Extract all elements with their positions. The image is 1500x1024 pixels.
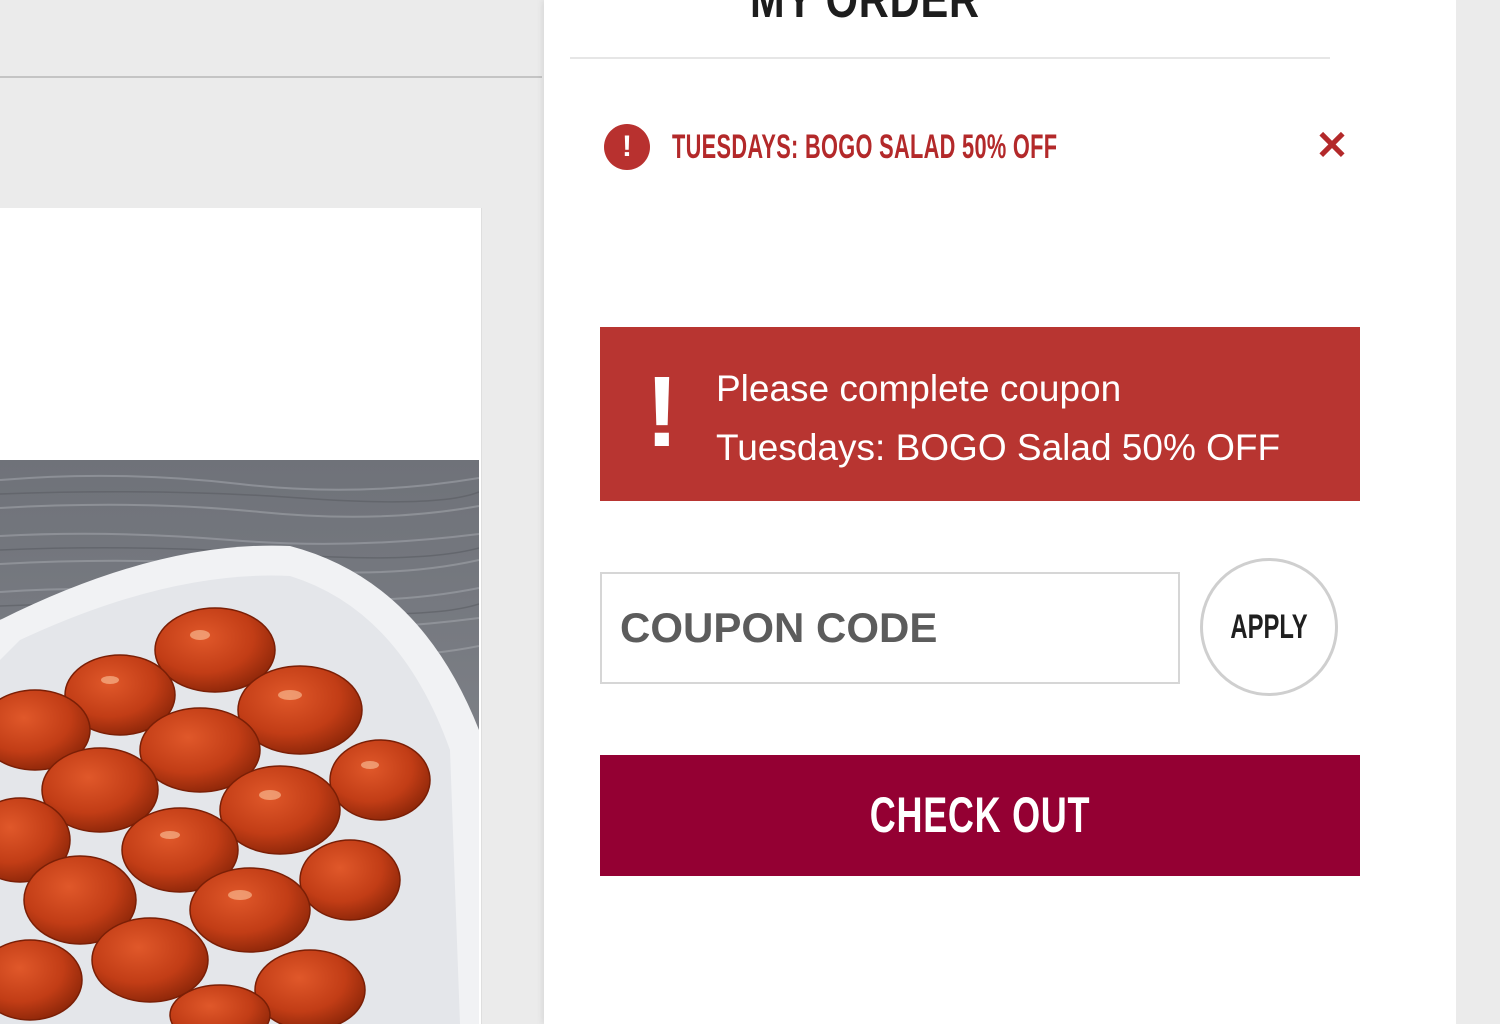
product-photo — [0, 460, 479, 1024]
applied-promo: ! TUESDAYS: BOGO SALAD 50% OFF ✕ — [604, 122, 1354, 174]
product-image[interactable] — [0, 460, 479, 1024]
alert-circle-icon: ! — [604, 124, 650, 170]
exclamation-glyph: ! — [645, 356, 679, 468]
error-message: Please complete coupon Tuesdays: BOGO Sa… — [716, 359, 1336, 477]
apply-label: APPLY — [1230, 608, 1308, 646]
checkout-button[interactable]: CHECK OUT — [600, 755, 1360, 876]
right-gutter — [1456, 0, 1500, 1024]
page: S) — [0, 0, 1500, 1024]
error-line-2: Tuesdays: BOGO Salad 50% OFF — [716, 427, 1281, 468]
close-icon[interactable]: ✕ — [1312, 122, 1352, 170]
title-divider — [570, 57, 1330, 59]
order-title: MY ORDER — [750, 0, 980, 29]
exclamation-icon: ! — [640, 357, 684, 467]
product-title[interactable]: S) — [0, 262, 44, 312]
menu-area: S) — [0, 0, 544, 1024]
coupon-error-banner: ! Please complete coupon Tuesdays: BOGO … — [600, 327, 1360, 501]
promo-label: TUESDAYS: BOGO SALAD 50% OFF — [672, 128, 1058, 166]
coupon-code-input[interactable] — [600, 572, 1180, 684]
menu-divider — [0, 76, 542, 78]
error-line-1: Please complete coupon — [716, 368, 1122, 409]
apply-coupon-button[interactable]: APPLY — [1200, 558, 1338, 696]
checkout-label: CHECK OUT — [869, 787, 1091, 843]
order-panel: MY ORDER ! TUESDAYS: BOGO SALAD 50% OFF … — [544, 0, 1456, 1024]
